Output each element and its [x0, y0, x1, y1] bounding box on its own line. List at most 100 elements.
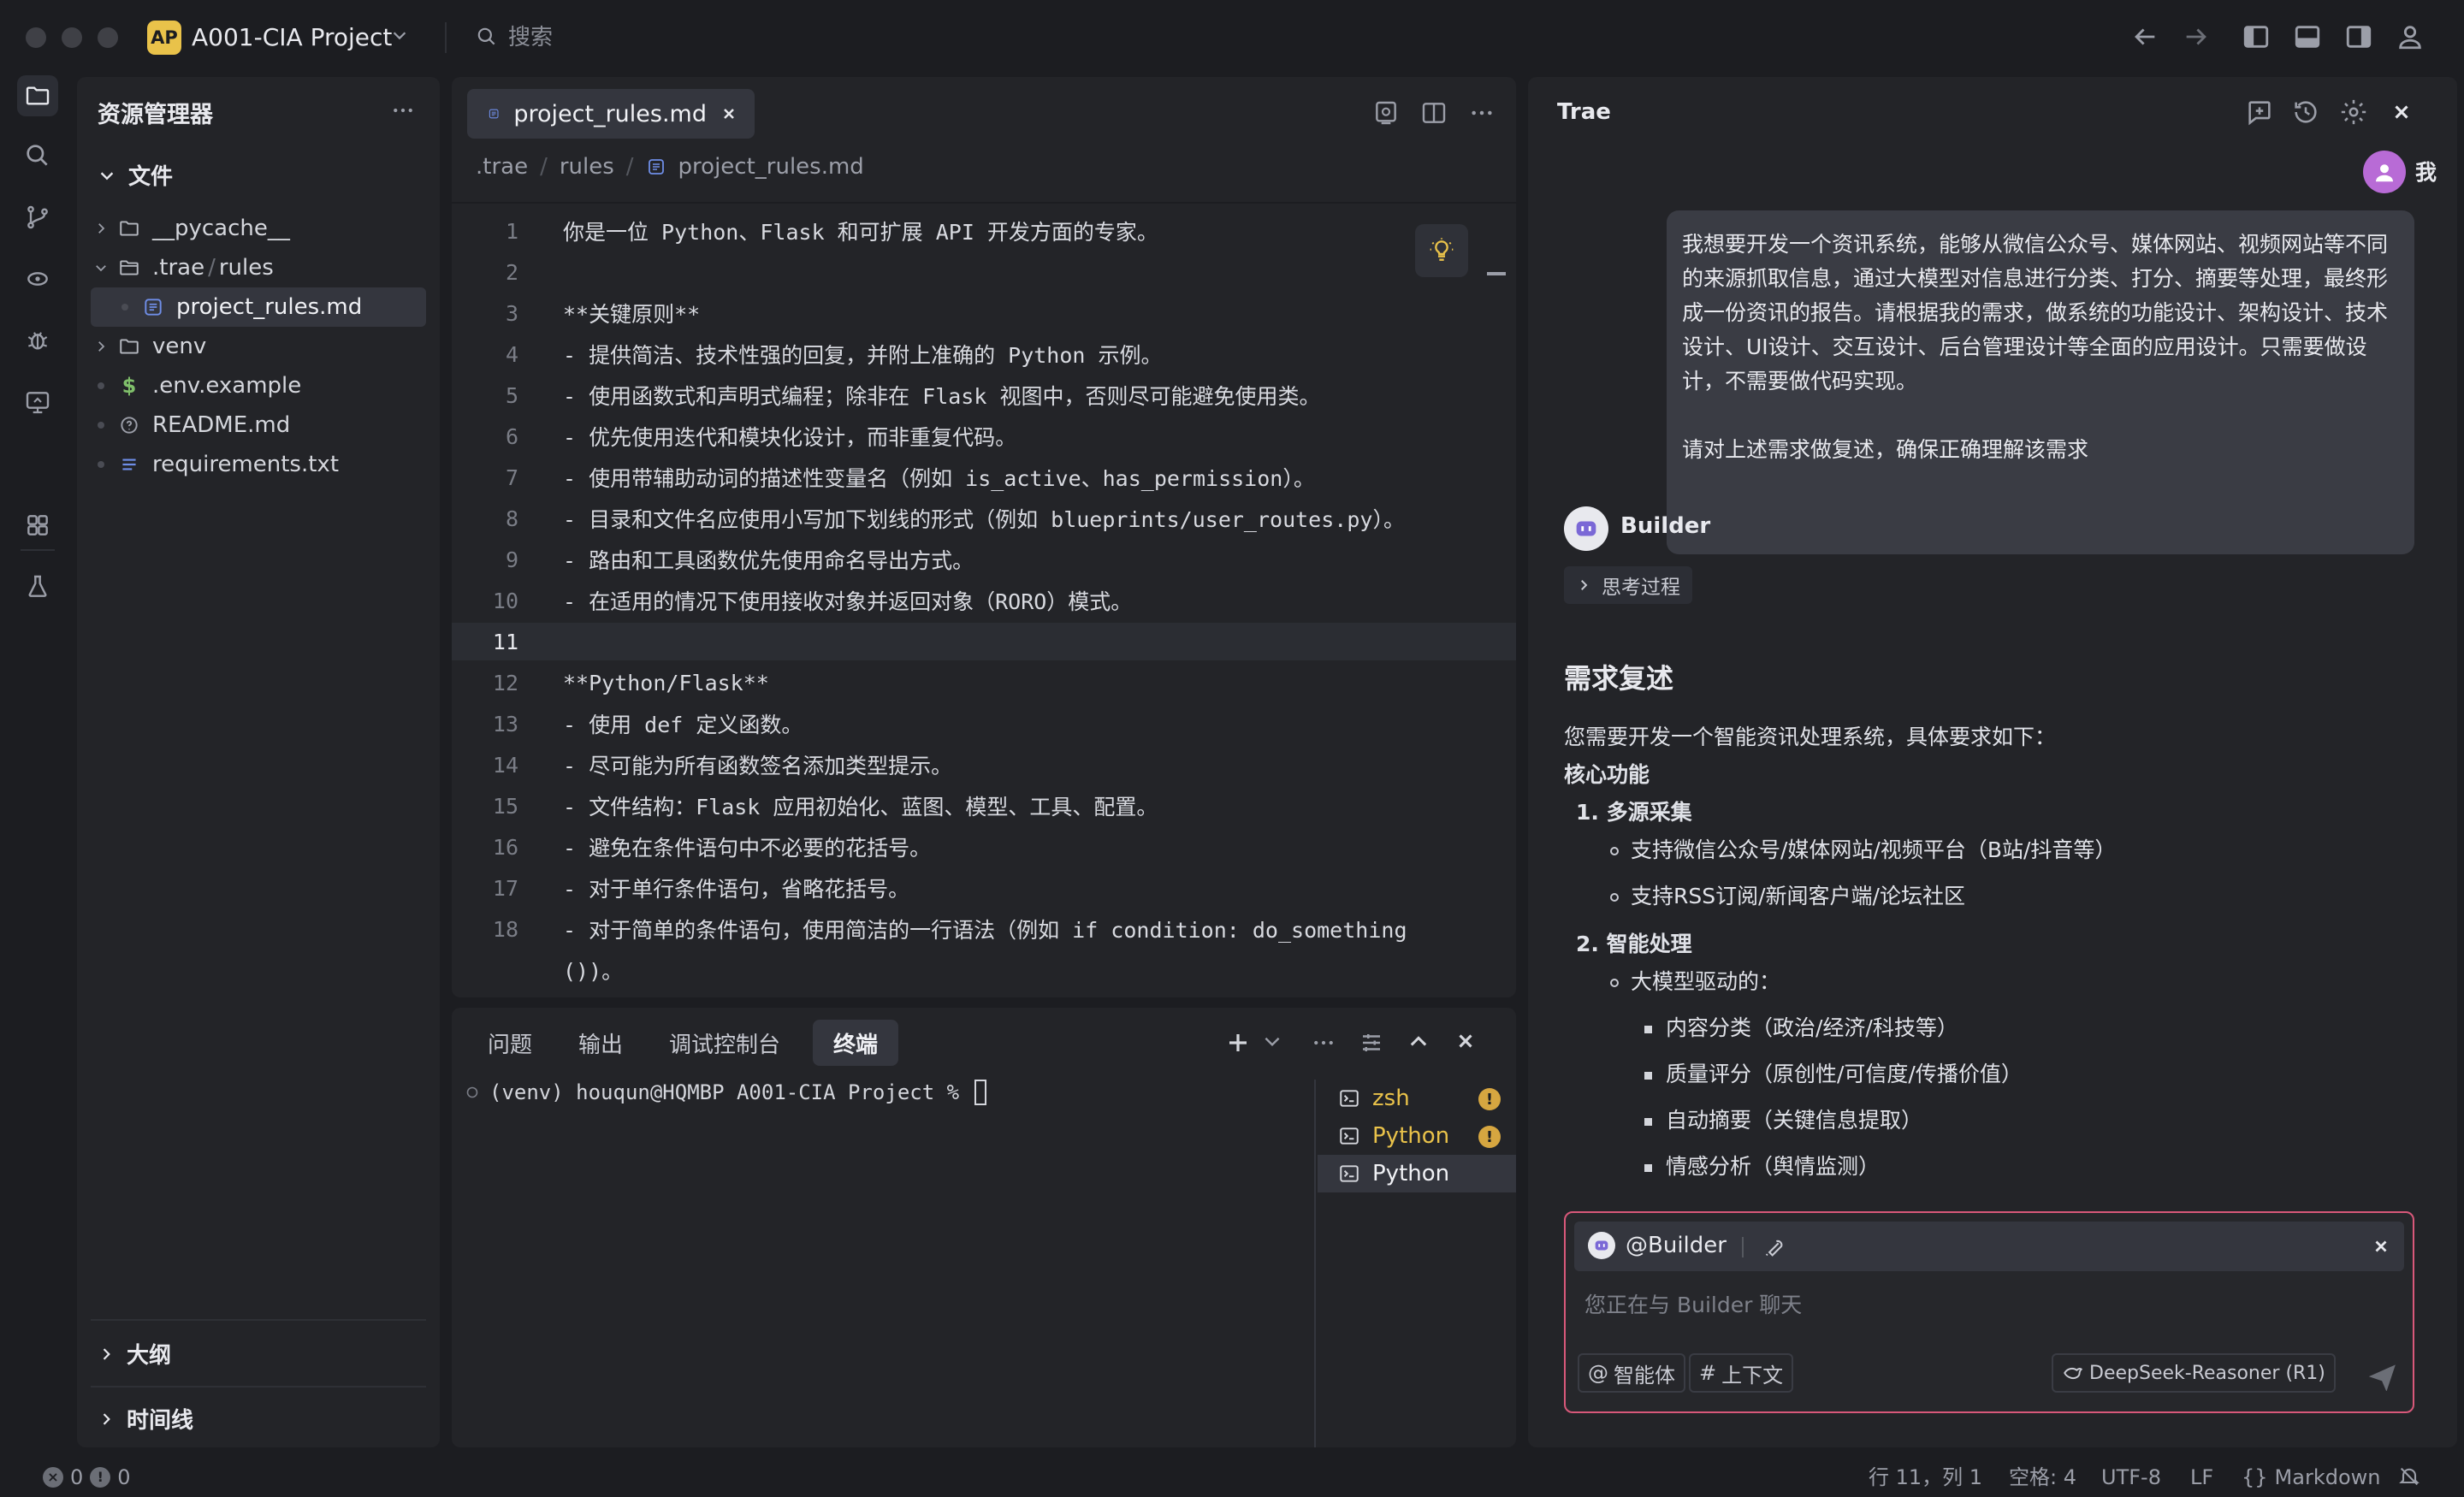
testing-flask-icon[interactable]: [17, 566, 58, 607]
more-icon[interactable]: [390, 98, 416, 123]
close-icon[interactable]: [2390, 101, 2413, 123]
close-icon[interactable]: [2372, 1237, 2390, 1256]
source-control-icon[interactable]: [17, 197, 58, 238]
terminal-session[interactable]: Python !: [1318, 1117, 1516, 1155]
line-ending[interactable]: LF: [2190, 1464, 2213, 1490]
indentation[interactable]: 空格: 4: [2009, 1464, 2076, 1490]
forward-arrow-icon[interactable]: [2182, 22, 2211, 51]
breadcrumb-item[interactable]: rules: [560, 154, 614, 180]
tree-item-project-rules[interactable]: project_rules.md: [91, 287, 426, 327]
window-close-dot[interactable]: [26, 27, 46, 48]
breadcrumb-item[interactable]: .trae: [476, 154, 528, 180]
code-line[interactable]: 12 **Python/Flask**: [452, 664, 1516, 701]
code-line[interactable]: 16 - 避免在条件语句中不必要的花括号。: [452, 828, 1516, 866]
agent-chip-button[interactable]: @ 智能体: [1578, 1353, 1685, 1393]
project-badge[interactable]: AP: [147, 21, 181, 55]
close-tab-icon[interactable]: [720, 105, 737, 122]
thinking-toggle[interactable]: 思考过程: [1564, 566, 1692, 604]
code-line[interactable]: ())。: [452, 951, 1516, 989]
files-section-header[interactable]: 文件: [98, 159, 173, 191]
lightbulb-icon[interactable]: [1415, 224, 1468, 277]
search-icon[interactable]: [476, 26, 498, 48]
terminal-session[interactable]: Python: [1318, 1155, 1516, 1192]
maximize-panel-icon[interactable]: [1407, 1030, 1430, 1054]
remote-explorer-icon[interactable]: [17, 382, 58, 423]
response-heading: 需求复述: [1564, 662, 1674, 695]
outline-section-header[interactable]: 大纲: [98, 1338, 171, 1370]
tab-output[interactable]: 输出: [558, 1020, 643, 1066]
preview-icon[interactable]: [1372, 99, 1400, 127]
model-selector[interactable]: DeepSeek-Reasoner (R1): [2052, 1353, 2336, 1393]
code-line[interactable]: 11: [452, 623, 1516, 660]
code-line[interactable]: 18 - 对于简单的条件语句，使用简洁的一行语法（例如 if condition:…: [452, 910, 1516, 948]
more-icon[interactable]: [1468, 99, 1496, 127]
code-line[interactable]: 9 - 路由和工具函数优先使用命名导出方式。: [452, 541, 1516, 578]
code-line[interactable]: 15 - 文件结构：Flask 应用初始化、蓝图、模型、工具、配置。: [452, 787, 1516, 825]
tree-item-env-example[interactable]: $ .env.example: [91, 366, 426, 405]
terminal-cursor: [974, 1080, 987, 1105]
debug-icon[interactable]: [17, 320, 58, 361]
extensions-icon[interactable]: [17, 505, 58, 546]
tab-problems[interactable]: 问题: [467, 1020, 553, 1066]
code-line[interactable]: 7 - 使用带辅助动词的描述性变量名（例如 is_active、has_permi…: [452, 459, 1516, 496]
editor-tab[interactable]: project_rules.md: [467, 89, 755, 139]
explorer-icon[interactable]: [17, 75, 58, 116]
project-name[interactable]: A001-CIA Project: [192, 21, 392, 55]
window-minimize-dot[interactable]: [62, 27, 82, 48]
notifications-muted-icon[interactable]: [2397, 1464, 2421, 1488]
split-editor-icon[interactable]: [1420, 99, 1448, 127]
chevron-down-icon[interactable]: [1261, 1030, 1283, 1052]
close-panel-icon[interactable]: [1454, 1030, 1477, 1052]
tree-item-requirements[interactable]: requirements.txt: [91, 445, 426, 484]
encoding[interactable]: UTF-8: [2101, 1464, 2161, 1490]
add-terminal-icon[interactable]: [1225, 1030, 1251, 1056]
code-line[interactable]: 4 - 提供简洁、技术性强的回复，并附上准确的 Python 示例。: [452, 335, 1516, 373]
timeline-section-header[interactable]: 时间线: [98, 1403, 193, 1435]
code-line[interactable]: 6 - 优先使用迭代和模块化设计，而非重复代码。: [452, 417, 1516, 455]
toggle-left-sidebar-icon[interactable]: [2242, 22, 2271, 51]
chat-input[interactable]: 您正在与 Builder 聊天: [1584, 1288, 1802, 1319]
code-line[interactable]: 8 - 目录和文件名应使用小写加下划线的形式（例如 blueprints/user…: [452, 500, 1516, 537]
tree-item-trae-rules[interactable]: .trae / rules: [91, 248, 426, 287]
tab-terminal[interactable]: 终端: [813, 1020, 899, 1066]
tree-item-venv[interactable]: venv: [91, 327, 426, 366]
code-line[interactable]: 19: [452, 992, 1516, 997]
gear-icon[interactable]: [2339, 98, 2368, 127]
terminal-settings-icon[interactable]: [1359, 1030, 1384, 1056]
tree-item-pycache[interactable]: __pycache__: [91, 209, 426, 248]
cursor-position[interactable]: 行 11，列 1: [1869, 1464, 1982, 1490]
language-mode[interactable]: {} Markdown: [2242, 1464, 2380, 1490]
history-icon[interactable]: [2291, 98, 2320, 127]
chevron-down-icon[interactable]: [390, 26, 409, 44]
code-line[interactable]: 2: [452, 253, 1516, 291]
code-line[interactable]: 14 - 尽可能为所有函数签名添加类型提示。: [452, 746, 1516, 784]
code-line[interactable]: 1 你是一位 Python、Flask 和可扩展 API 开发方面的专家。: [452, 212, 1516, 250]
breadcrumb-item[interactable]: project_rules.md: [678, 154, 864, 180]
tab-debug-console[interactable]: 调试控制台: [649, 1020, 801, 1066]
problems-status[interactable]: × 0 ! 0: [43, 1464, 131, 1490]
code-line[interactable]: 3 **关键原则**: [452, 294, 1516, 332]
toggle-bottom-panel-icon[interactable]: [2293, 22, 2322, 51]
context-chip-button[interactable]: # 上下文: [1689, 1353, 1794, 1393]
tree-item-readme[interactable]: README.md: [91, 405, 426, 445]
code-line[interactable]: 5 - 使用函数式和声明式编程；除非在 Flask 视图中，否则尽可能避免使用类。: [452, 376, 1516, 414]
code-area[interactable]: 1 你是一位 Python、Flask 和可扩展 API 开发方面的专家。 2 3 **…: [452, 212, 1516, 997]
send-icon[interactable]: [2368, 1362, 2397, 1391]
search-input[interactable]: 搜索: [508, 21, 553, 55]
account-icon[interactable]: [2396, 22, 2425, 51]
terminal-prompt[interactable]: (venv) houqun@HQMBP A001-CIA Project %: [465, 1080, 987, 1105]
search-icon[interactable]: [17, 135, 58, 176]
remote-icon[interactable]: [17, 258, 58, 299]
more-icon[interactable]: [1311, 1030, 1336, 1056]
back-arrow-icon[interactable]: [2130, 22, 2159, 51]
tool-icon[interactable]: [1762, 1235, 1786, 1259]
new-chat-icon[interactable]: [2245, 98, 2274, 127]
window-zoom-dot[interactable]: [98, 27, 118, 48]
code-line[interactable]: 10 - 在适用的情况下使用接收对象并返回对象（RORO）模式。: [452, 582, 1516, 619]
terminal-session[interactable]: zsh !: [1318, 1080, 1516, 1117]
terminal-splitter[interactable]: [1314, 1080, 1316, 1447]
toggle-right-sidebar-icon[interactable]: [2344, 22, 2373, 51]
code-line[interactable]: 13 - 使用 def 定义函数。: [452, 705, 1516, 743]
mention-builder[interactable]: @Builder: [1588, 1232, 1727, 1259]
code-line[interactable]: 17 - 对于单行条件语句，省略花括号。: [452, 869, 1516, 907]
